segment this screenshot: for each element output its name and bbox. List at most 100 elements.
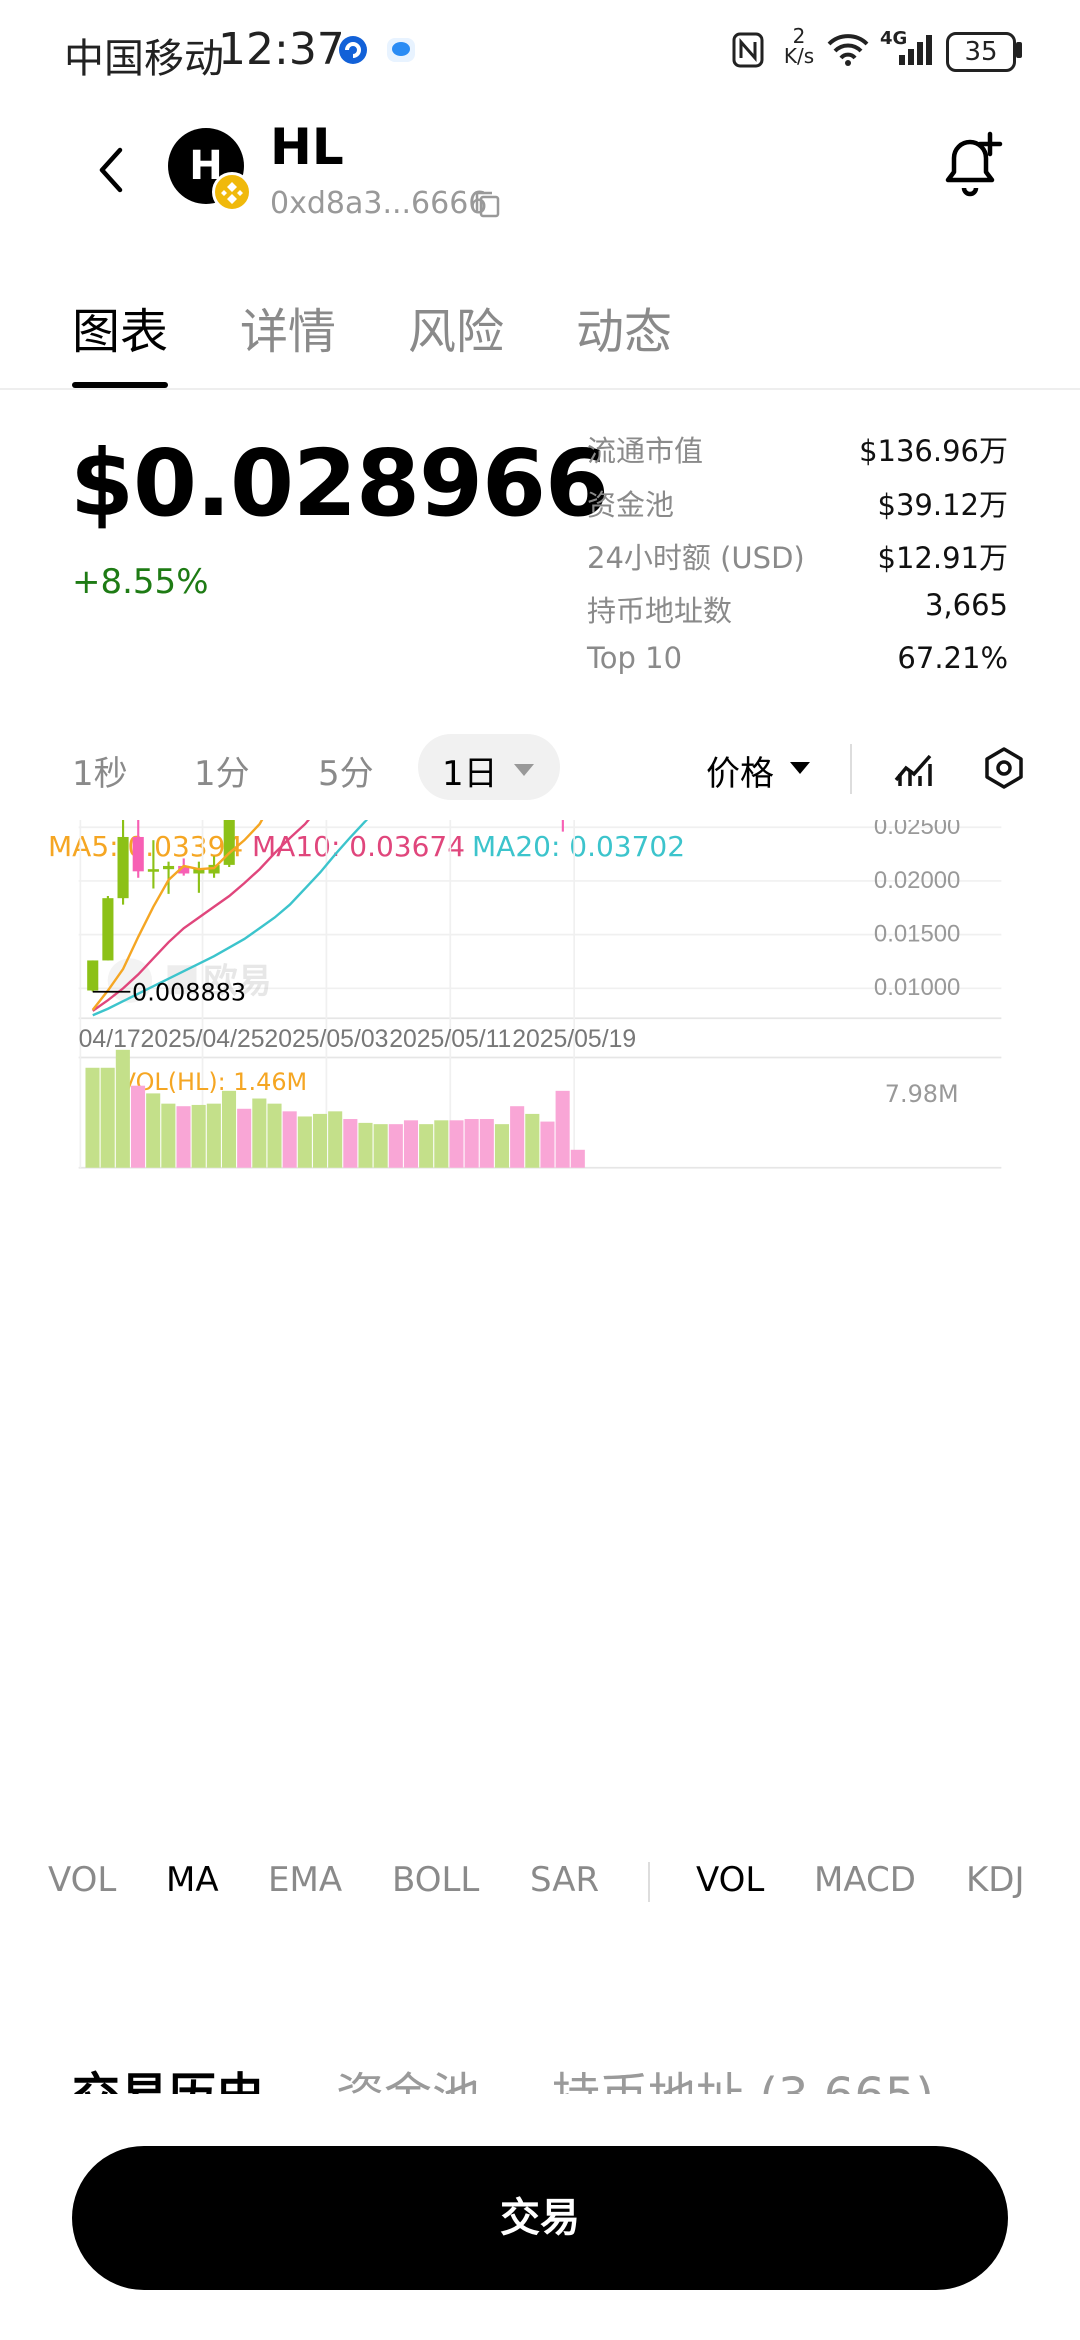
stat-value: 67.21% <box>897 641 1008 675</box>
volume-bar <box>252 1098 267 1168</box>
price-alert-button[interactable] <box>940 130 1006 200</box>
tab-chart[interactable]: 图表 <box>72 292 168 362</box>
volume-bar <box>419 1124 434 1168</box>
volume-bar <box>570 1149 585 1168</box>
volume-bar <box>100 1067 115 1168</box>
bottom-tabs: 交易历史 资金池 持币地址 (3,665) <box>0 2040 1080 2100</box>
candle-body <box>132 836 144 872</box>
volume-bar <box>328 1111 343 1168</box>
indicator-sub-vol[interactable]: VOL <box>696 1860 764 1900</box>
price-change: +8.55% <box>72 562 209 602</box>
x-tick-label: 2025/04/25 <box>141 1026 265 1053</box>
stat-label: 资金池 <box>587 488 675 522</box>
chain-badge-icon <box>212 172 252 212</box>
timeframe-1s[interactable]: 1秒 <box>72 746 128 795</box>
x-tick-label: 2025/05/11 <box>389 1026 511 1053</box>
indicator-boll[interactable]: BOLL <box>392 1860 479 1900</box>
candle-body <box>87 960 99 991</box>
back-button[interactable] <box>90 140 130 200</box>
candle-body <box>102 898 114 961</box>
indicator-ema[interactable]: EMA <box>268 1860 342 1900</box>
timeframe-5m[interactable]: 5分 <box>318 746 374 795</box>
signal-icon <box>890 30 936 70</box>
nfc-icon <box>730 30 766 70</box>
price-type-selector[interactable]: 价格 <box>706 746 774 795</box>
volume-bar <box>403 1120 419 1168</box>
volume-bar <box>388 1124 403 1168</box>
stat-value: $12.91万 <box>877 541 1008 575</box>
y-tick-label: 0.02000 <box>874 867 960 894</box>
low-price-label: 0.008883 <box>132 978 246 1006</box>
volume-bar <box>115 1049 130 1168</box>
token-address: 0xd8a3...6666 <box>270 186 488 221</box>
volume-bar <box>479 1119 494 1168</box>
y-tick-label: 0.02500 <box>874 820 960 840</box>
volume-bar <box>191 1104 206 1168</box>
volume-bar <box>267 1103 282 1168</box>
current-price: $0.028966 <box>70 430 609 537</box>
volume-bar <box>312 1113 328 1168</box>
volume-bar <box>161 1103 176 1168</box>
tab-activity[interactable]: 动态 <box>576 292 672 362</box>
x-tick-label: 2025/05/03 <box>264 1026 388 1053</box>
caret-down-icon <box>514 764 534 776</box>
volume-bar <box>221 1090 237 1168</box>
tab-details[interactable]: 详情 <box>240 292 336 362</box>
app-notification-icon <box>336 30 370 70</box>
hexagon-gear-icon <box>985 747 1023 789</box>
indicator-sub-macd[interactable]: MACD <box>814 1860 916 1900</box>
indicator-vol[interactable]: VOL <box>48 1860 116 1900</box>
volume-label: VOL(HL): 1.46M <box>120 1068 308 1096</box>
volume-bar <box>540 1121 555 1168</box>
candle-body <box>147 869 159 872</box>
caret-down-icon <box>790 762 810 774</box>
timeframe-1d-label: 1日 <box>442 754 498 794</box>
divider <box>850 744 852 794</box>
clock: 12:37 <box>218 24 345 75</box>
volume-bar <box>297 1116 312 1168</box>
volume-bar <box>85 1067 100 1168</box>
volume-bar <box>464 1119 479 1168</box>
volume-bar <box>434 1120 449 1168</box>
bell-plus-icon <box>945 131 1003 197</box>
volume-bar <box>206 1103 221 1168</box>
candlestick-chart[interactable]: 0.040000.035000.030000.025000.020000.015… <box>0 820 1080 1700</box>
volume-bar <box>146 1093 161 1168</box>
volume-bar <box>373 1124 388 1168</box>
trade-button[interactable]: 交易 <box>72 2146 1008 2290</box>
volume-bar <box>510 1106 525 1168</box>
divider <box>0 388 1080 390</box>
candle-body <box>117 836 129 899</box>
volume-bar <box>555 1090 570 1168</box>
volume-bar <box>237 1108 252 1168</box>
y-tick-label: 0.01000 <box>874 974 960 1001</box>
stat-label: 持币地址数 <box>587 594 733 628</box>
volume-bar <box>343 1119 358 1168</box>
indicator-chart-icon <box>894 754 932 786</box>
chart-type-button[interactable] <box>892 746 936 790</box>
chart-settings-button[interactable] <box>982 746 1026 790</box>
indicator-sub-kdj[interactable]: KDJ <box>966 1860 1025 1900</box>
stat-value: $39.12万 <box>877 488 1008 522</box>
stat-label: 流通市值 <box>587 434 704 468</box>
stat-label: Top 10 <box>587 641 683 675</box>
status-bar: 中国移动 12:37 2 K/s 4G 35 <box>0 0 1080 100</box>
stat-value: 3,665 <box>924 588 1008 622</box>
timeframe-1m[interactable]: 1分 <box>194 746 250 795</box>
tab-risk[interactable]: 风险 <box>408 292 504 362</box>
x-tick-label: 04/17 <box>79 1026 141 1053</box>
copy-icon[interactable] <box>474 190 500 218</box>
y-tick-label: 0.01500 <box>874 920 960 947</box>
volume-bar <box>449 1120 464 1168</box>
divider <box>648 1862 650 1902</box>
x-tick-label: 2025/05/19 <box>512 1026 636 1053</box>
volume-bar <box>525 1113 540 1168</box>
volume-bar <box>358 1122 373 1168</box>
net-speed-unit: K/s <box>783 44 815 68</box>
volume-bar <box>176 1106 191 1168</box>
carrier-label: 中国移动 <box>64 36 224 82</box>
indicator-ma[interactable]: MA <box>166 1860 219 1900</box>
indicator-sar[interactable]: SAR <box>530 1860 599 1900</box>
stat-value: $136.96万 <box>859 434 1008 468</box>
volume-bar <box>494 1124 510 1168</box>
